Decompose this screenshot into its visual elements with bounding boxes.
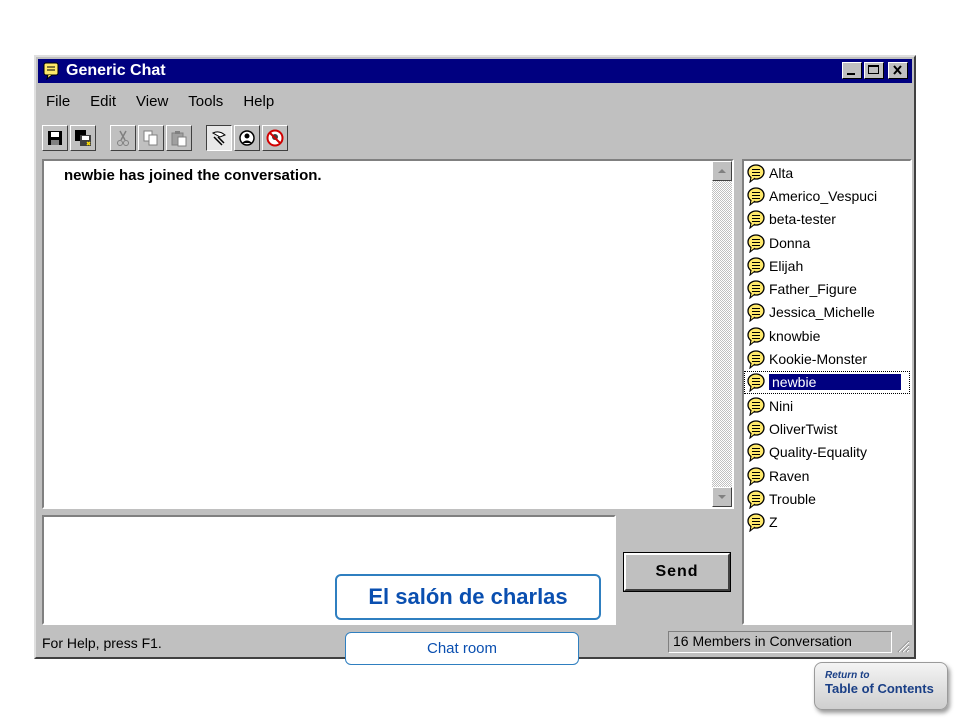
conversation-scrollbar[interactable] [712, 161, 732, 507]
chat-window: Generic Chat File Edit View Tools Help n… [34, 55, 916, 659]
member-item[interactable]: Kookie-Monster [744, 347, 910, 370]
chat-bubble-icon [747, 327, 765, 346]
member-name: Quality-Equality [769, 444, 868, 461]
paste-button[interactable] [166, 125, 192, 151]
maximize-button[interactable] [864, 62, 884, 79]
close-button[interactable] [888, 62, 908, 79]
member-name: Donna [769, 234, 811, 251]
cut-button[interactable] [110, 125, 136, 151]
member-item[interactable]: beta-tester [744, 208, 910, 231]
chat-bubble-icon [747, 350, 765, 370]
return-to-toc-button[interactable]: Return to Table of Contents [814, 662, 948, 710]
save-icon [48, 131, 62, 145]
member-name: Father_Figure [769, 281, 857, 298]
status-members-count: 16 Members in Conversation [668, 631, 892, 653]
chat-bubble-icon [747, 257, 765, 276]
chat-bubble-icon [747, 280, 765, 300]
scroll-down-button[interactable] [712, 487, 732, 507]
member-name: OliverTwist [769, 420, 838, 437]
title-bar[interactable]: Generic Chat [38, 59, 912, 83]
member-item[interactable]: OliverTwist [744, 417, 910, 440]
chat-bubble-icon [747, 490, 765, 509]
toolbar [42, 123, 290, 153]
paste-icon [171, 131, 187, 147]
member-name: Z [769, 514, 778, 531]
member-item[interactable]: Donna [744, 231, 910, 254]
member-name: newbie [769, 374, 901, 391]
menu-bar: File Edit View Tools Help [44, 93, 276, 110]
members-button[interactable] [234, 125, 260, 151]
member-name: Americo_Vespuci [769, 187, 878, 204]
chat-bubble-icon [747, 373, 765, 393]
member-name: Alta [769, 164, 794, 181]
member-name: Nini [769, 397, 794, 414]
member-name: beta-tester [769, 211, 836, 228]
member-item[interactable]: Jessica_Michelle [744, 301, 910, 324]
menu-view[interactable]: View [134, 93, 170, 110]
chat-bubble-icon [747, 163, 765, 183]
chat-bubble-icon [747, 187, 765, 206]
callout-title-english: Chat room [345, 632, 579, 665]
status-help-text: For Help, press F1. [42, 635, 162, 651]
scroll-up-button[interactable] [712, 161, 732, 181]
member-item[interactable]: Father_Figure [744, 277, 910, 300]
send-button[interactable]: Send [623, 552, 731, 592]
member-item[interactable]: Quality-Equality [744, 441, 910, 464]
chat-bubble-icon [747, 233, 765, 253]
member-name: Elijah [769, 257, 804, 274]
member-item[interactable]: Z [744, 510, 910, 533]
ignore-icon [266, 129, 284, 147]
whisper-icon [211, 131, 226, 146]
conversation-message: newbie has joined the conversation. [64, 167, 322, 184]
menu-help[interactable]: Help [241, 93, 276, 110]
window-title: Generic Chat [66, 62, 166, 79]
member-name: knowbie [769, 327, 821, 344]
member-item[interactable]: Americo_Vespuci [744, 184, 910, 207]
conversation-pane[interactable]: newbie has joined the conversation. [42, 159, 734, 509]
minimize-button[interactable] [842, 62, 862, 79]
menu-edit[interactable]: Edit [88, 93, 118, 110]
member-item[interactable]: Elijah [744, 254, 910, 277]
members-icon [239, 130, 255, 146]
cut-icon [117, 130, 129, 146]
close-icon [893, 65, 902, 75]
chat-bubble-icon [747, 303, 765, 323]
member-name: Raven [769, 467, 810, 484]
member-name: Trouble [769, 490, 816, 507]
member-item[interactable]: Alta [744, 161, 910, 184]
menu-file[interactable]: File [44, 93, 72, 110]
member-item[interactable]: newbie [744, 370, 910, 394]
chat-bubble-icon [747, 513, 765, 533]
save-button[interactable] [42, 125, 68, 151]
copy-button[interactable] [138, 125, 164, 151]
toc-line2: Table of Contents [825, 681, 934, 696]
arrow-down-icon [718, 495, 726, 499]
chat-bubble-icon [747, 443, 765, 463]
resize-grip-icon[interactable] [896, 639, 910, 653]
member-item[interactable]: knowbie [744, 324, 910, 347]
chat-bubble-icon [747, 466, 765, 486]
member-name: Jessica_Michelle [769, 304, 875, 321]
chat-bubble-icon [747, 210, 765, 230]
chat-bubble-icon [747, 420, 765, 439]
arrow-up-icon [718, 169, 726, 173]
member-item[interactable]: Nini [744, 394, 910, 417]
member-name: Kookie-Monster [769, 351, 868, 368]
callout-title-spanish: El salón de charlas [335, 574, 601, 620]
menu-tools[interactable]: Tools [186, 93, 225, 110]
copy-icon [143, 130, 158, 146]
member-list[interactable]: Alta Americo_Vespuci beta-tester Donna Elija… [742, 159, 912, 625]
save-all-button[interactable] [70, 125, 96, 151]
whisper-button[interactable] [206, 125, 232, 151]
member-item[interactable]: Trouble [744, 487, 910, 510]
ignore-button[interactable] [262, 125, 288, 151]
save-all-icon [75, 130, 91, 146]
member-item[interactable]: Raven [744, 464, 910, 487]
chat-app-icon [43, 62, 59, 80]
chat-bubble-icon [747, 396, 765, 416]
